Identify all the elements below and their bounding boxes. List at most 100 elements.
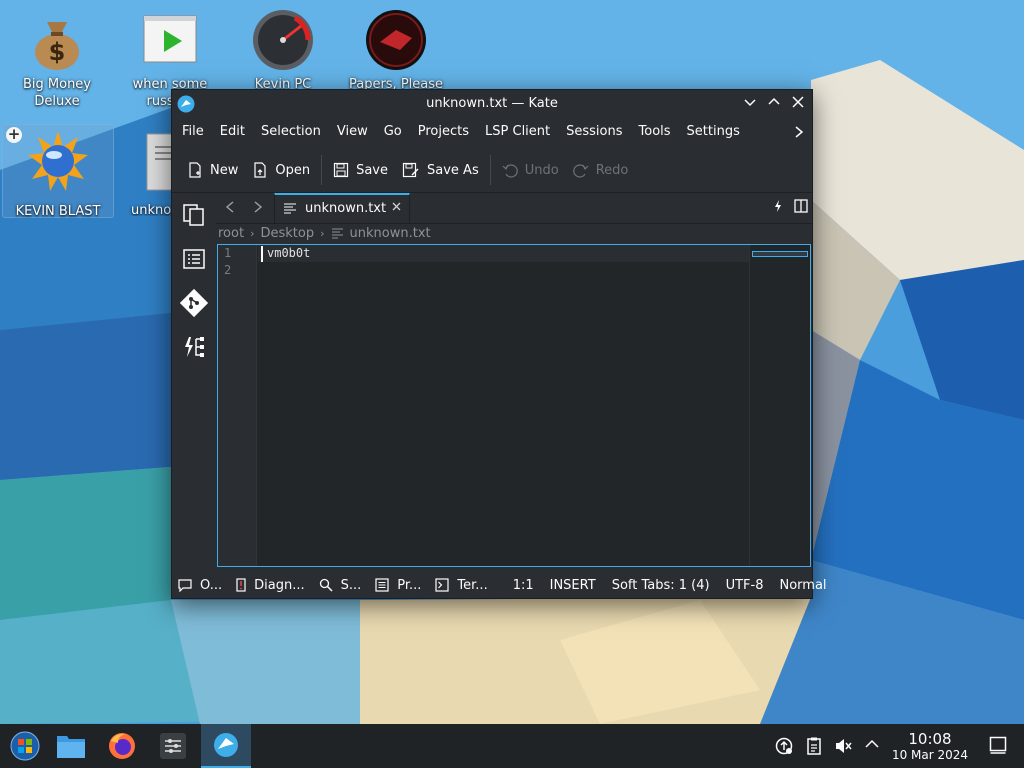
diagnostics-label: Diagn...	[254, 577, 305, 593]
desktop-icon-unknown-file[interactable]: unkno	[115, 124, 171, 216]
toolbar-separator	[489, 155, 491, 185]
kate-window[interactable]: unknown.txt — Kate File Edit Selection V…	[171, 89, 827, 599]
tab-unknown-txt[interactable]: unknown.txt	[274, 193, 410, 223]
save-as-button[interactable]: Save As	[395, 155, 486, 185]
status-bar: O... Diagn... S... Pr... Ter... 1:1 INSE…	[172, 572, 827, 598]
diagnostics-panel-button[interactable]: Diagn...	[236, 577, 305, 593]
save-button[interactable]: Save	[326, 155, 395, 185]
taskbar-settings[interactable]	[148, 724, 198, 768]
menu-tools[interactable]: Tools	[631, 118, 679, 146]
breadcrumb-item-file[interactable]: unknown.txt	[350, 226, 431, 241]
chevron-down-icon	[744, 99, 756, 107]
indentation-setting[interactable]: Soft Tabs: 1 (4)	[612, 578, 710, 593]
breadcrumb-item-root[interactable]: root	[218, 226, 244, 241]
sidebar-documents-button[interactable]	[172, 193, 216, 237]
editor-view[interactable]: 1 2 vm0b0t	[217, 244, 811, 567]
taskbar-file-manager[interactable]	[46, 724, 96, 768]
git-icon	[179, 288, 209, 318]
save-icon	[333, 162, 349, 178]
projects-panel-button[interactable]: Pr...	[375, 578, 421, 593]
menu-projects[interactable]: Projects	[410, 118, 477, 146]
update-icon	[775, 737, 793, 755]
svg-text:$: $	[49, 38, 66, 66]
warning-icon	[236, 578, 246, 592]
video-thumbnail-icon	[143, 15, 197, 63]
menu-overflow-button[interactable]	[786, 123, 812, 142]
output-panel-button[interactable]: O...	[178, 578, 222, 593]
highlight-mode[interactable]: Normal	[780, 578, 827, 593]
new-button[interactable]: New	[180, 155, 245, 185]
tray-volume-button[interactable]	[833, 736, 853, 756]
desktop-icon-label: unkno	[131, 203, 171, 216]
sidebar-lsp-button[interactable]	[172, 325, 216, 369]
undo-button[interactable]: Undo	[495, 155, 566, 185]
add-icon[interactable]: +	[6, 127, 22, 143]
minimize-button[interactable]	[740, 94, 760, 114]
undo-icon	[502, 164, 518, 178]
window-titlebar[interactable]: unknown.txt — Kate	[172, 90, 812, 118]
taskbar: 10:08 10 Mar 2024	[0, 724, 1024, 768]
search-icon	[319, 578, 333, 592]
terminal-panel-button[interactable]: Ter...	[435, 577, 488, 593]
menu-file[interactable]: File	[174, 118, 212, 146]
tab-back-button[interactable]	[220, 198, 240, 218]
save-as-label: Save As	[427, 162, 479, 178]
redo-button[interactable]: Redo	[566, 155, 636, 185]
menu-edit[interactable]: Edit	[212, 118, 253, 146]
desktop-icon-papers-please[interactable]: Papers, Please	[341, 8, 451, 93]
system-settings-icon	[160, 733, 186, 759]
menu-sessions[interactable]: Sessions	[558, 118, 630, 146]
clock[interactable]: 10:08 10 Mar 2024	[884, 730, 976, 762]
folder-icon	[57, 736, 85, 758]
tray-clipboard-button[interactable]	[804, 736, 824, 756]
menu-selection[interactable]: Selection	[253, 118, 329, 146]
clock-date: 10 Mar 2024	[891, 748, 969, 762]
encoding-setting[interactable]: UTF-8	[726, 578, 764, 593]
input-mode[interactable]: INSERT	[550, 578, 596, 593]
sidebar-symbols-button[interactable]	[172, 237, 216, 281]
split-view-button[interactable]	[794, 199, 808, 217]
breadcrumb-item-desktop[interactable]: Desktop	[260, 226, 314, 241]
menu-settings[interactable]: Settings	[679, 118, 748, 146]
open-document-icon	[254, 162, 266, 178]
taskbar-firefox[interactable]	[97, 724, 147, 768]
money-bag-icon: $	[35, 22, 79, 70]
menu-go[interactable]: Go	[376, 118, 410, 146]
desktop-icon-kevin-pc[interactable]: Kevin PC	[228, 8, 338, 93]
tab-forward-button[interactable]	[248, 198, 268, 218]
desktop-icon-label: KEVIN BLAST	[15, 204, 101, 219]
minimap-scrollbar[interactable]	[749, 245, 810, 566]
speech-bubble-icon	[178, 579, 192, 592]
start-menu-button[interactable]	[0, 724, 50, 768]
maximize-button[interactable]	[764, 94, 784, 114]
close-button[interactable]	[788, 94, 808, 114]
quick-open-button[interactable]	[772, 199, 784, 217]
tray-expand-button[interactable]	[862, 736, 882, 756]
close-icon	[792, 96, 804, 108]
search-panel-button[interactable]: S...	[319, 577, 362, 593]
list-icon	[183, 249, 205, 269]
desktop-icon-big-money-deluxe[interactable]: $ Big Money Deluxe	[2, 8, 112, 110]
open-button[interactable]: Open	[245, 155, 317, 185]
terminal-label: Ter...	[457, 577, 488, 593]
search-label: S...	[340, 577, 362, 593]
kate-app-icon	[214, 733, 238, 757]
output-label: O...	[200, 577, 223, 593]
show-desktop-button[interactable]	[988, 736, 1008, 756]
cursor-position[interactable]: 1:1	[513, 578, 534, 593]
code-line: vm0b0t	[267, 246, 311, 260]
line-number: 2	[224, 263, 232, 277]
menu-lsp-client[interactable]: LSP Client	[477, 118, 558, 146]
minimap-viewport[interactable]	[752, 251, 808, 257]
text-area[interactable]: vm0b0t	[258, 245, 750, 566]
save-label: Save	[356, 162, 389, 178]
terminal-icon	[435, 578, 450, 592]
new-document-icon	[189, 162, 201, 178]
projects-label: Pr...	[397, 577, 422, 593]
menu-view[interactable]: View	[329, 118, 376, 146]
sidebar-git-button[interactable]	[172, 281, 216, 325]
tray-updates-button[interactable]	[774, 736, 794, 756]
tab-close-button[interactable]	[392, 200, 401, 215]
breadcrumb: root › Desktop › unknown.txt	[218, 226, 431, 241]
taskbar-kate[interactable]	[201, 724, 251, 768]
